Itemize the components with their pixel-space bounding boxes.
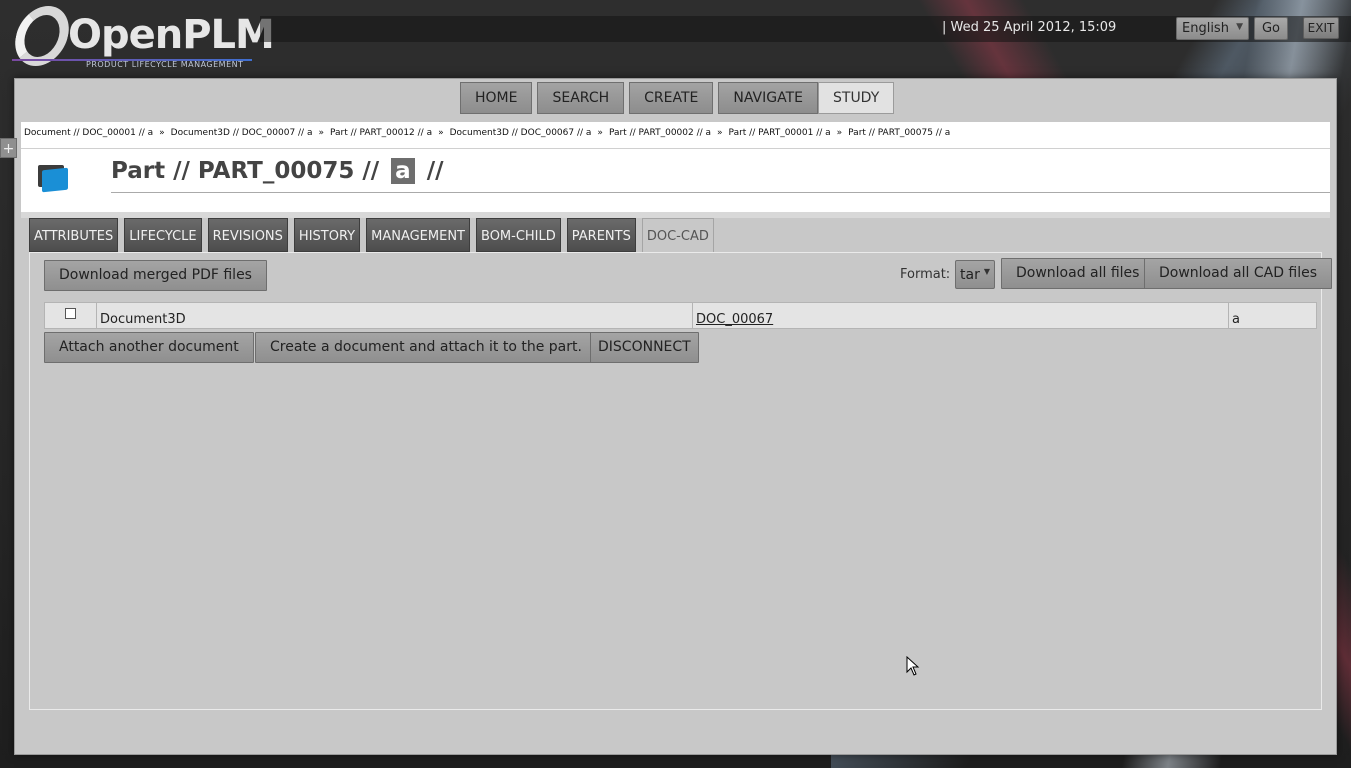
disconnect-button[interactable]: DISCONNECT [590, 332, 699, 363]
row-select-cell [44, 302, 97, 329]
part-icon [38, 162, 70, 193]
breadcrumb-separator: » [836, 128, 843, 138]
row-checkbox[interactable] [65, 308, 76, 319]
attach-another-document-button[interactable]: Attach another document [44, 332, 254, 363]
nav-home[interactable]: HOME [460, 82, 533, 114]
language-select[interactable]: English ▼ [1176, 17, 1249, 40]
breadcrumb-item-current: Part // PART_00075 // a [848, 128, 951, 138]
chevron-down-icon: ▼ [1236, 22, 1243, 32]
breadcrumb-item[interactable]: Part // PART_00001 // a [729, 128, 831, 138]
document-reference-link[interactable]: DOC_00067 [696, 312, 773, 327]
tab-bom-child[interactable]: BOM-CHILD [476, 218, 561, 252]
chevron-down-icon: ▼ [983, 267, 990, 276]
nav-study[interactable]: STUDY [818, 82, 895, 114]
current-datetime: | Wed 25 April 2012, 15:09 [942, 20, 1117, 35]
breadcrumb-item[interactable]: Part // PART_00002 // a [609, 128, 711, 138]
breadcrumb-divider [21, 148, 1330, 149]
tab-history[interactable]: HISTORY [293, 218, 361, 252]
breadcrumb-separator: » [717, 128, 723, 138]
document-revision-cell: a [1228, 302, 1317, 329]
attached-documents-table: Document3D DOC_00067 a [44, 302, 1317, 329]
create-and-attach-document-button[interactable]: Create a document and attach it to the p… [255, 332, 597, 363]
doc-cad-panel: Download merged PDF files Format: tar ▼ … [29, 252, 1333, 710]
part-icon-front [42, 167, 68, 193]
breadcrumb: Document // DOC_00001 // a » Document3D //… [24, 128, 950, 138]
tab-parents[interactable]: PARENTS [566, 218, 636, 252]
exit-button[interactable]: EXIT [1303, 17, 1339, 39]
breadcrumb-separator: » [159, 128, 165, 138]
title-suffix: // [426, 158, 444, 184]
tab-management[interactable]: MANAGEMENT [366, 218, 470, 252]
breadcrumb-separator: » [318, 128, 324, 138]
document-type-cell: Document3D [96, 302, 693, 329]
main-nav: HOME SEARCH CREATE NAVIGATE STUDY [460, 82, 899, 114]
nav-create[interactable]: CREATE [629, 82, 714, 114]
go-button[interactable]: Go [1254, 17, 1288, 40]
tab-revisions[interactable]: REVISIONS [207, 218, 288, 252]
download-merged-pdf-button[interactable]: Download merged PDF files [44, 260, 267, 291]
tab-attributes[interactable]: ATTRIBUTES [29, 218, 119, 252]
language-select-value: English [1182, 21, 1229, 36]
breadcrumb-separator: » [438, 128, 444, 138]
content-area: Document // DOC_00001 // a » Document3D //… [21, 122, 1333, 727]
top-bar [0, 16, 1351, 42]
logo-tagline: PRODUCT LIFECYCLE MANAGEMENT [86, 60, 244, 69]
format-select[interactable]: tar ▼ [955, 260, 995, 289]
title-text: Part // PART_00075 // [111, 158, 380, 184]
breadcrumb-item[interactable]: Document3D // DOC_00007 // a [171, 128, 313, 138]
title-divider [111, 192, 1330, 193]
breadcrumb-separator: » [597, 128, 603, 138]
mouse-cursor-icon [906, 656, 920, 676]
tab-doc-cad[interactable]: DOC-CAD [641, 218, 714, 252]
breadcrumb-item[interactable]: Part // PART_00012 // a [330, 128, 432, 138]
nav-navigate[interactable]: NAVIGATE [718, 82, 818, 114]
revision-badge: a [391, 158, 415, 184]
download-all-files-button[interactable]: Download all files [1001, 258, 1155, 289]
breadcrumb-item[interactable]: Document3D // DOC_00067 // a [450, 128, 592, 138]
breadcrumb-item[interactable]: Document // DOC_00001 // a [24, 128, 153, 138]
expand-sidebar-button[interactable]: + [0, 138, 17, 158]
format-label: Format: [900, 267, 951, 282]
page-title: Part // PART_00075 // a // [111, 158, 444, 184]
object-header: Document // DOC_00001 // a » Document3D //… [21, 122, 1330, 212]
object-tabs: ATTRIBUTES LIFECYCLE REVISIONS HISTORY M… [29, 218, 720, 252]
document-reference-cell: DOC_00067 [692, 302, 1229, 329]
format-select-value: tar [960, 267, 980, 283]
tab-lifecycle[interactable]: LIFECYCLE [124, 218, 202, 252]
table-row: Document3D DOC_00067 a [44, 302, 1317, 329]
nav-search[interactable]: SEARCH [537, 82, 625, 114]
download-all-cad-files-button[interactable]: Download all CAD files [1144, 258, 1333, 289]
